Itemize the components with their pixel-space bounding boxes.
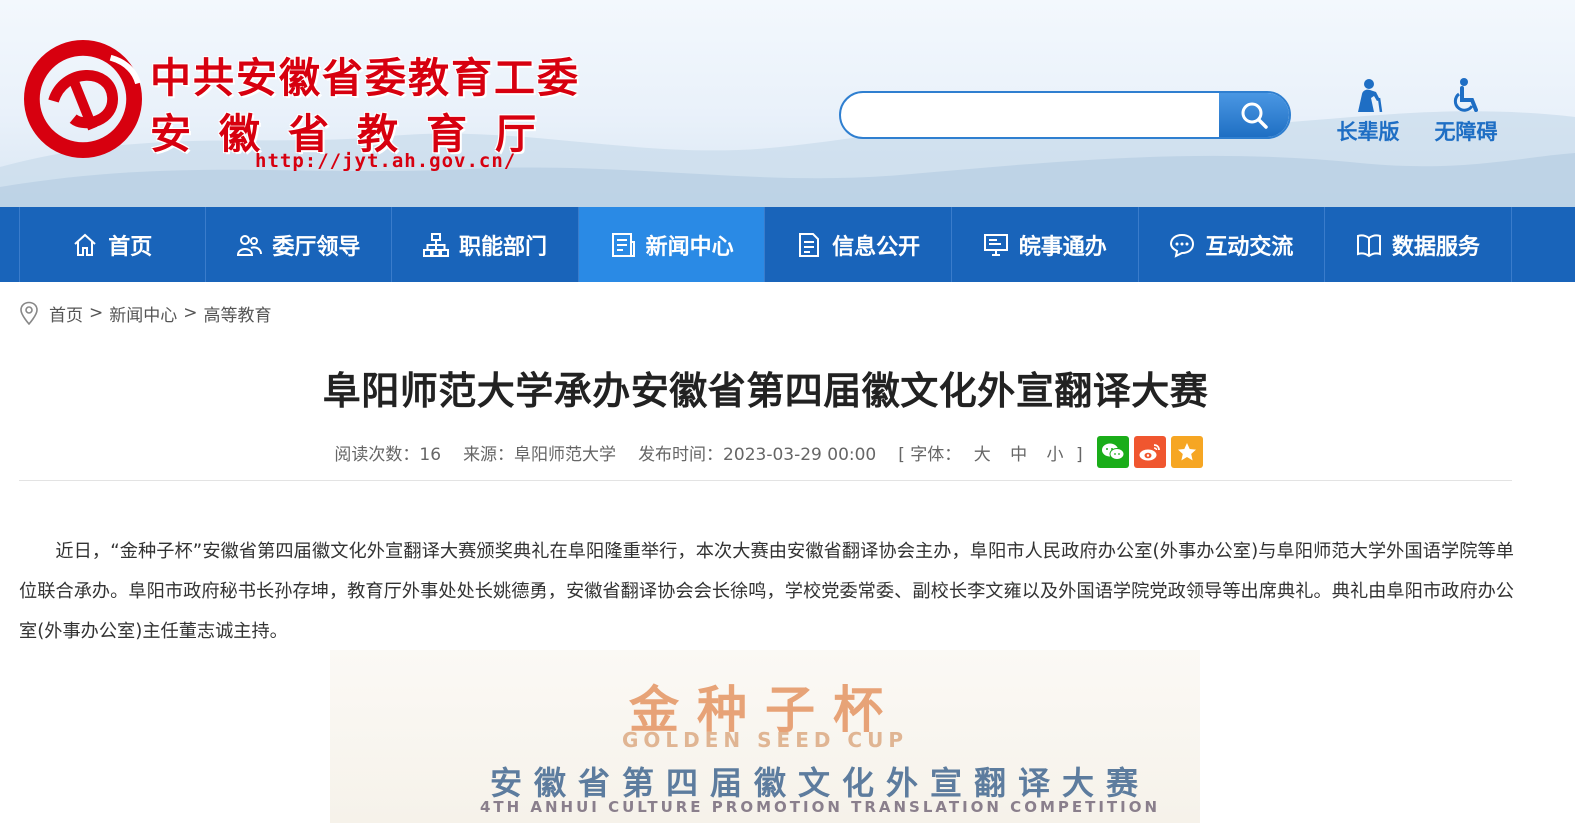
breadcrumb-home[interactable]: 首页: [49, 301, 83, 326]
weibo-icon: [1139, 444, 1160, 461]
nav-info-label: 信息公开: [832, 234, 921, 260]
article-paragraph: 近日，“金种子杯”安徽省第四届徽文化外宣翻译大赛颁奖典礼在阜阳隆重举行，本次大赛…: [19, 541, 1514, 642]
location-pin-icon: [20, 301, 38, 325]
nav-news[interactable]: 新闻中心: [578, 207, 766, 282]
accessibility-link[interactable]: 无障碍: [1426, 78, 1506, 146]
search-input[interactable]: [841, 93, 1221, 137]
search-icon: [1241, 102, 1268, 129]
nav-services-label: 皖事通办: [1018, 234, 1107, 260]
star-icon: [1177, 443, 1196, 461]
share-wechat-button[interactable]: [1096, 436, 1129, 468]
view-count: 阅读次数：16: [334, 444, 442, 465]
site-url[interactable]: http://jyt.ah.gov.cn/: [255, 150, 516, 172]
site-header: 中共安徽省委教育工委 安徽省教育厅 http://jyt.ah.gov.cn/ …: [0, 0, 1575, 207]
book-icon: [1356, 233, 1381, 257]
nav-home[interactable]: 首页: [19, 207, 206, 282]
leaders-icon: [237, 234, 263, 256]
nav-news-label: 新闻中心: [645, 234, 734, 260]
article-source: 来源：阜阳师范大学: [463, 444, 617, 465]
org-chart-icon: [422, 232, 449, 257]
accessibility-label: 无障碍: [1434, 120, 1498, 144]
font-size-label: [ 字体：: [898, 444, 962, 465]
site-title-line1: 中共安徽省委教育工委: [150, 54, 580, 102]
nav-interaction-label: 互动交流: [1205, 234, 1294, 260]
nav-departments[interactable]: 职能部门: [392, 207, 579, 282]
elder-mode-label: 长辈版: [1336, 120, 1400, 144]
breadcrumb-news[interactable]: 新闻中心: [109, 301, 177, 326]
nav-interaction[interactable]: 互动交流: [1139, 207, 1326, 282]
nav-info-disclosure[interactable]: 信息公开: [765, 207, 952, 282]
publish-time: 发布时间：2023-03-29 00:00: [638, 444, 877, 465]
font-small-button[interactable]: 小: [1047, 445, 1064, 465]
search-button[interactable]: [1219, 93, 1289, 137]
search-box: [839, 91, 1291, 139]
share-favorite-button[interactable]: [1170, 436, 1203, 468]
nav-leaders[interactable]: 委厅领导: [206, 207, 393, 282]
poster-subtitle-en: 4TH ANHUI CULTURE PROMOTION TRANSLATION …: [479, 798, 1161, 816]
font-large-button[interactable]: 大: [974, 445, 991, 465]
chat-icon: [1170, 233, 1195, 258]
meta-divider: [19, 480, 1512, 481]
education-logo-icon: [24, 40, 142, 158]
nav-home-label: 首页: [108, 234, 153, 260]
article-title: 阜阳师范大学承办安徽省第四届徽文化外宣翻译大赛: [322, 369, 1209, 413]
nav-data-label: 数据服务: [1391, 234, 1480, 260]
main-nav: 首页 委厅领导 职能部门 新闻中心 信息公开 皖事通办 互动交流 数据服务: [0, 207, 1575, 282]
breadcrumb-higher-education[interactable]: 高等教育: [204, 301, 272, 326]
font-size-control: [ 字体： 大 中 小 ]: [898, 440, 1082, 465]
home-icon: [74, 233, 96, 256]
elder-icon: [1358, 79, 1383, 112]
nav-services[interactable]: 皖事通办: [952, 207, 1139, 282]
news-icon: [611, 232, 635, 257]
document-icon: [799, 232, 820, 257]
font-medium-button[interactable]: 中: [1010, 445, 1027, 465]
nav-leaders-label: 委厅领导: [272, 234, 361, 260]
nav-departments-label: 职能部门: [458, 234, 547, 260]
wechat-icon: [1101, 443, 1125, 460]
article-meta: 阅读次数：16 来源：阜阳师范大学 发布时间：2023-03-29 00:00 …: [19, 436, 1512, 468]
competition-poster-image: 金种子杯 GOLDEN SEED CUP 安徽省第四届徽文化外宣翻译大赛 4TH…: [330, 650, 1200, 823]
service-monitor-icon: [983, 233, 1008, 256]
accessibility-icon: [1453, 78, 1478, 112]
poster-title-en: GOLDEN SEED CUP: [622, 728, 908, 752]
breadcrumb-separator: >: [183, 303, 198, 323]
nav-data-services[interactable]: 数据服务: [1325, 207, 1512, 282]
share-weibo-button[interactable]: [1133, 436, 1166, 468]
breadcrumb: 首页 > 新闻中心 > 高等教育: [19, 300, 272, 326]
breadcrumb-separator: >: [89, 303, 104, 323]
font-size-close-bracket: ]: [1075, 444, 1083, 465]
elder-mode-link[interactable]: 长辈版: [1328, 78, 1408, 146]
share-buttons: [1096, 436, 1208, 468]
